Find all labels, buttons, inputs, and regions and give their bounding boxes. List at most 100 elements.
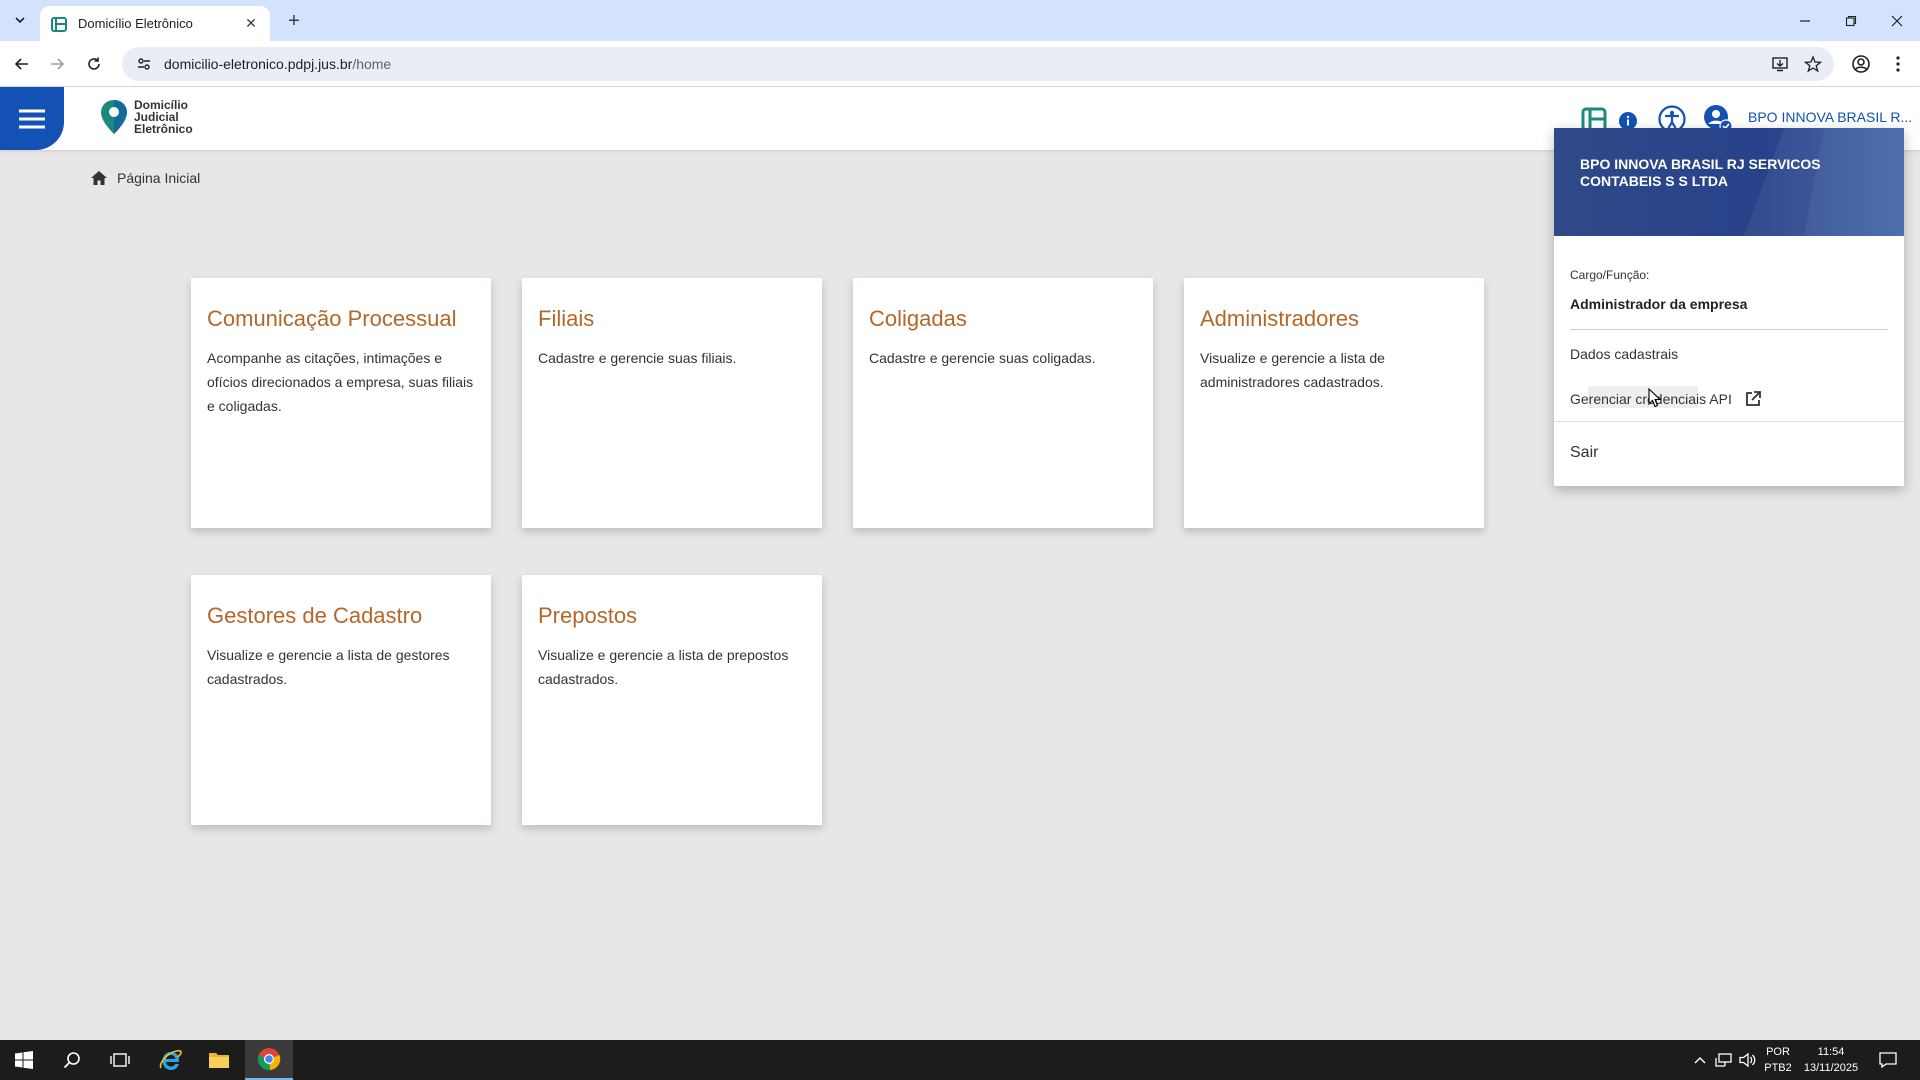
notification-icon — [1879, 1052, 1897, 1068]
clock[interactable]: 11:54 13/11/2025 — [1798, 1044, 1864, 1076]
card-coligadas[interactable]: Coligadas Cadastre e gerencie suas colig… — [853, 278, 1153, 528]
close-icon — [1891, 15, 1903, 26]
card-title: Coligadas — [869, 306, 967, 331]
arrow-right-icon — [51, 58, 65, 70]
card-administradores[interactable]: Administradores Visualize e gerencie a l… — [1184, 278, 1484, 528]
browser-toolbar: domicilio-eletronico.pdpj.jus.br/home — [0, 41, 1920, 87]
card-filiais[interactable]: Filiais Cadastre e gerencie suas filiais… — [522, 278, 822, 528]
profile-icon — [1852, 55, 1870, 73]
card-title: Prepostos — [538, 603, 638, 628]
task-view-icon — [110, 1053, 130, 1067]
card-comunicacao-processual[interactable]: Comunicação Processual Acompanhe as cita… — [191, 278, 491, 528]
forward-button[interactable] — [43, 50, 71, 78]
chrome-app[interactable] — [245, 1040, 293, 1080]
card-description: Visualize e gerencie a lista de gestores… — [207, 647, 450, 687]
site-info-icon[interactable] — [134, 54, 154, 74]
user-company-name: BPO INNOVA BRASIL RJ SERVICOS CONTABEIS … — [1580, 156, 1821, 189]
card-description: Cadastre e gerencie suas coligadas. — [869, 350, 1096, 366]
restore-window-button[interactable] — [1828, 0, 1874, 41]
chevron-up-icon — [1694, 1057, 1706, 1064]
tab-title: Domicílio Eletrônico — [78, 16, 193, 31]
menu-item-gerenciar-credenciais-api[interactable]: Gerenciar credenciais API — [1570, 390, 1762, 408]
breadcrumb-home-label: Página Inicial — [117, 170, 201, 186]
reload-icon — [88, 57, 100, 70]
input-language-indicator[interactable]: POR PTB2 — [1762, 1044, 1794, 1076]
card-description: Visualize e gerencie a lista de administ… — [1200, 350, 1385, 390]
logout-button[interactable]: Sair — [1570, 444, 1598, 462]
header-user-name[interactable]: BPO INNOVA BRASIL R... — [1748, 109, 1912, 125]
install-app-icon[interactable] — [1770, 54, 1790, 74]
card-description: Acompanhe as citações, intimações e ofíc… — [207, 350, 474, 414]
arrow-left-icon — [14, 58, 28, 70]
more-vertical-icon — [1896, 56, 1900, 72]
tab-close-icon[interactable]: ✕ — [242, 15, 260, 33]
internet-explorer-icon — [159, 1049, 182, 1070]
network-button[interactable] — [1714, 1050, 1734, 1070]
menu-divider — [1570, 329, 1888, 330]
card-title: Comunicação Processual — [207, 306, 457, 331]
user-banner: BPO INNOVA BRASIL RJ SERVICOS CONTABEIS … — [1554, 128, 1904, 236]
card-prepostos[interactable]: Prepostos Visualize e gerencie a lista d… — [522, 575, 822, 825]
reload-button[interactable] — [80, 50, 108, 78]
file-explorer-app[interactable] — [195, 1040, 243, 1080]
card-gestores-de-cadastro[interactable]: Gestores de Cadastro Visualize e gerenci… — [191, 575, 491, 825]
menu-divider — [1554, 421, 1904, 422]
new-tab-button[interactable]: + — [282, 9, 306, 33]
breadcrumb: Página Inicial — [90, 170, 200, 186]
home-icon[interactable] — [90, 170, 108, 186]
close-window-button[interactable] — [1874, 0, 1920, 41]
browser-menu-button[interactable] — [1884, 50, 1912, 78]
domicilio-logo[interactable]: Domicílio Judicial Eletrônico — [100, 99, 193, 135]
browser-tab-bar: Domicílio Eletrônico ✕ + — [0, 0, 1920, 41]
main-menu-button[interactable] — [0, 87, 64, 150]
search-button[interactable] — [48, 1040, 96, 1080]
speaker-icon — [1739, 1052, 1756, 1068]
role-label: Cargo/Função: — [1570, 268, 1650, 282]
minimize-window-button[interactable] — [1782, 0, 1828, 41]
user-dropdown-menu: BPO INNOVA BRASIL RJ SERVICOS CONTABEIS … — [1554, 128, 1904, 486]
external-link-icon — [1745, 391, 1761, 406]
windows-logo-icon — [15, 1051, 33, 1069]
language-code: POR — [1766, 1046, 1790, 1058]
card-description: Cadastre e gerencie suas filiais. — [538, 350, 737, 366]
show-hidden-icons-button[interactable] — [1690, 1050, 1710, 1070]
restore-icon — [1845, 15, 1857, 26]
chrome-icon — [257, 1048, 281, 1071]
url-text: domicilio-eletronico.pdpj.jus.br/home — [164, 56, 391, 72]
keyboard-layout: PTB2 — [1764, 1062, 1792, 1074]
clock-time: 11:54 — [1817, 1046, 1845, 1058]
role-value: Administrador da empresa — [1570, 296, 1748, 312]
logo-line-3: Eletrônico — [134, 122, 193, 136]
profile-button[interactable] — [1847, 50, 1875, 78]
hamburger-menu-icon — [19, 109, 45, 128]
location-pin-logo-icon — [101, 100, 127, 134]
folder-icon — [209, 1053, 229, 1068]
url-path: /home — [352, 56, 392, 72]
action-center-button[interactable] — [1878, 1050, 1898, 1070]
logo-text: Domicílio Judicial Eletrônico — [134, 99, 193, 135]
bookmark-star-icon[interactable] — [1803, 54, 1823, 74]
address-bar[interactable]: domicilio-eletronico.pdpj.jus.br/home — [122, 47, 1834, 81]
back-button[interactable] — [8, 50, 36, 78]
card-title: Administradores — [1200, 306, 1359, 331]
tab-search-button[interactable] — [8, 8, 32, 32]
task-view-button[interactable] — [96, 1040, 144, 1080]
chevron-down-icon — [15, 17, 25, 24]
mouse-cursor-icon — [1648, 388, 1662, 408]
internet-explorer-app[interactable] — [146, 1040, 194, 1080]
domicilio-favicon-icon — [51, 16, 67, 32]
card-title: Gestores de Cadastro — [207, 603, 423, 628]
url-host: domicilio-eletronico.pdpj.jus.br — [164, 56, 353, 72]
minimize-icon — [1800, 19, 1810, 22]
menu-item-label: Dados cadastrais — [1570, 346, 1679, 362]
windows-taskbar: POR PTB2 11:54 13/11/2025 — [0, 1040, 1920, 1080]
card-description: Visualize e gerencie a lista de preposto… — [538, 647, 789, 687]
menu-item-dados-cadastrais[interactable]: Dados cadastrais — [1570, 346, 1678, 362]
clock-date: 13/11/2025 — [1803, 1062, 1859, 1074]
start-button[interactable] — [0, 1040, 48, 1080]
card-title: Filiais — [538, 306, 595, 331]
browser-tab-active[interactable]: Domicílio Eletrônico ✕ — [40, 6, 270, 41]
network-icon — [1715, 1053, 1732, 1067]
volume-button[interactable] — [1738, 1050, 1758, 1070]
search-icon — [63, 1052, 80, 1069]
